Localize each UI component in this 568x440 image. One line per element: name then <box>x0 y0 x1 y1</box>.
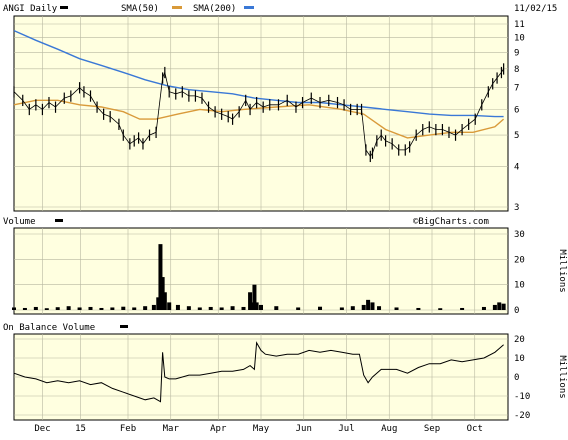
volume-bar <box>175 304 180 310</box>
volume-bar <box>33 306 38 310</box>
stock-chart: ANGI Daily SMA(50) SMA(200) 11/02/15 3 4 5… <box>0 0 568 436</box>
volume-bar <box>274 306 279 310</box>
volume-bar <box>151 304 156 310</box>
volume-bar <box>230 306 235 310</box>
y-tick-label: 10 <box>514 281 525 291</box>
legend-sma200-swatch <box>244 6 254 9</box>
obv-y-ticks: -20 -10 0 10 20 <box>514 335 530 421</box>
y-tick-label: 3 <box>514 203 519 213</box>
volume-bar <box>219 307 224 310</box>
x-tick-label: Sep <box>424 424 440 434</box>
volume-bar <box>162 292 167 310</box>
y-tick-label: 0 <box>514 373 519 383</box>
volume-bar <box>66 306 71 310</box>
x-tick-label: Oct <box>467 424 483 434</box>
watermark: ©BigCharts.com <box>413 217 489 227</box>
volume-bar <box>416 307 421 310</box>
volume-bar <box>88 306 93 310</box>
volume-bar <box>501 303 506 310</box>
volume-bar <box>12 307 16 310</box>
price-title: ANGI Daily <box>3 4 58 14</box>
volume-bar <box>370 302 375 310</box>
y-tick-label: 8 <box>514 65 519 75</box>
volume-title: Volume <box>3 217 36 227</box>
volume-bar <box>460 307 465 310</box>
volume-bar <box>44 308 49 310</box>
volume-bar <box>241 306 246 310</box>
volume-y-ticks: 0 10 20 30 <box>514 230 525 316</box>
obv-title-swatch <box>120 325 128 328</box>
y-tick-label: -20 <box>514 411 530 421</box>
volume-bar <box>197 307 202 310</box>
chart-svg: ANGI Daily SMA(50) SMA(200) 11/02/15 3 4 5… <box>0 0 568 434</box>
volume-bar <box>254 302 259 310</box>
volume-bar <box>481 306 486 310</box>
volume-bar <box>394 307 399 310</box>
volume-title-swatch <box>55 219 63 222</box>
y-tick-label: 10 <box>514 33 525 43</box>
volume-bar <box>77 307 82 310</box>
chart-date: 11/02/15 <box>514 4 557 14</box>
volume-bar <box>259 304 263 310</box>
x-axis-labels: Dec 15 Feb Mar Apr May Jun Jul Aug Sep Oct <box>34 424 483 434</box>
y-tick-label: 10 <box>514 354 525 364</box>
volume-bar <box>377 306 382 310</box>
volume-bar <box>339 307 344 310</box>
x-tick-label: Jun <box>296 424 312 434</box>
volume-bar <box>366 299 371 310</box>
x-tick-label: May <box>253 424 270 434</box>
volume-bar <box>492 304 497 310</box>
price-title-swatch <box>60 6 68 9</box>
legend-sma50-swatch <box>172 6 182 9</box>
price-y-ticks: 3 4 5 6 7 8 9 10 11 <box>514 20 525 213</box>
y-tick-label: 7 <box>514 84 519 94</box>
volume-ylabel: Millions <box>557 249 567 292</box>
y-tick-label: 0 <box>514 306 519 316</box>
volume-bar <box>208 306 213 310</box>
x-tick-label: Apr <box>210 424 227 434</box>
volume-bar <box>132 307 137 310</box>
y-tick-label: 9 <box>514 48 519 58</box>
y-tick-label: 6 <box>514 105 519 115</box>
y-tick-label: 20 <box>514 255 525 265</box>
volume-bar <box>110 307 115 310</box>
volume-bar <box>361 304 366 310</box>
volume-bar <box>318 306 323 310</box>
x-tick-label: Feb <box>120 424 136 434</box>
x-tick-label: Mar <box>163 424 180 434</box>
y-tick-label: -10 <box>514 392 530 402</box>
obv-ylabel: Millions <box>557 355 567 398</box>
volume-bar <box>55 307 60 310</box>
y-tick-label: 30 <box>514 230 525 240</box>
legend-sma200-label: SMA(200) <box>193 4 236 14</box>
volume-bar <box>296 307 301 310</box>
volume-bar <box>438 308 443 310</box>
y-tick-label: 20 <box>514 335 525 345</box>
volume-bar <box>350 306 355 310</box>
y-tick-label: 4 <box>514 162 519 172</box>
obv-title: On Balance Volume <box>3 323 95 333</box>
volume-bar <box>143 306 148 310</box>
volume-bar <box>121 306 126 310</box>
x-tick-label: Jul <box>338 424 354 434</box>
volume-bar <box>186 306 191 310</box>
volume-bar <box>22 307 27 310</box>
volume-bar <box>167 302 172 310</box>
volume-bar <box>99 307 104 310</box>
y-tick-label: 11 <box>514 20 525 30</box>
volume-bar <box>497 302 502 310</box>
price-panel-header <box>0 0 568 16</box>
x-tick-label: Dec <box>34 424 50 434</box>
y-tick-label: 5 <box>514 131 519 141</box>
x-tick-label: Aug <box>381 424 397 434</box>
legend-sma50-label: SMA(50) <box>121 4 159 14</box>
x-tick-label: 15 <box>75 424 86 434</box>
